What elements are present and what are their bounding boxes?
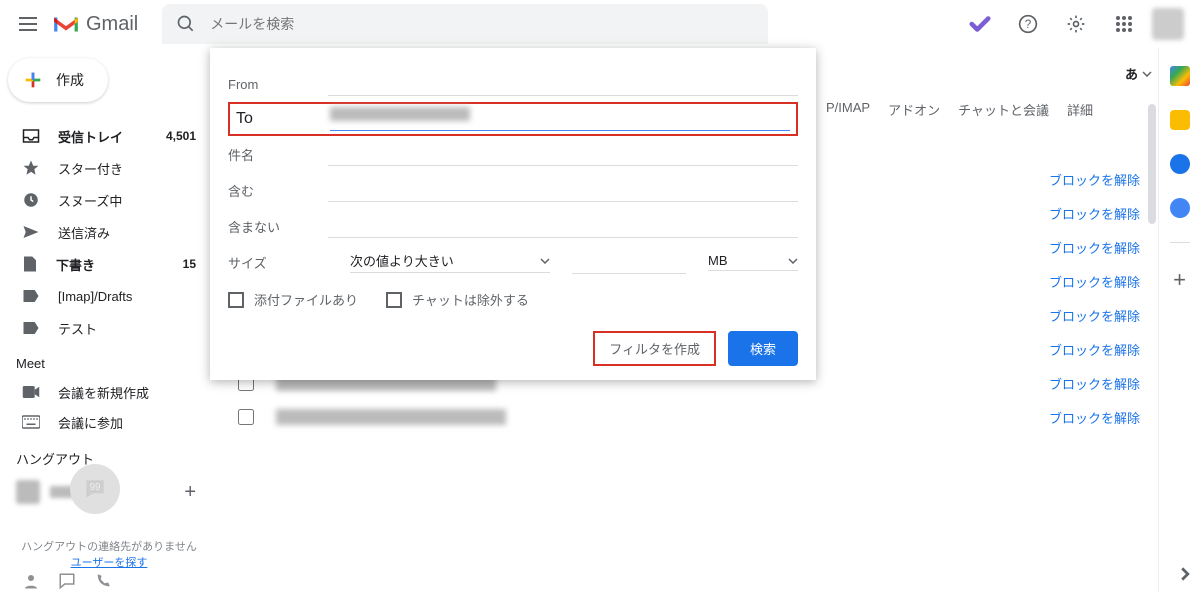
- chevron-down-icon: [1142, 71, 1152, 77]
- unblock-link[interactable]: ブロックを解除: [1049, 340, 1140, 359]
- filter-excludes-row: 含まない: [228, 208, 798, 244]
- input-method-button[interactable]: あ: [1125, 64, 1152, 83]
- filter-has-attachment-check[interactable]: 添付ファイルあり: [228, 290, 358, 309]
- hangout-footer: [22, 570, 112, 592]
- gmail-wordmark: Gmail: [86, 13, 138, 36]
- calendar-addon-icon[interactable]: [1170, 66, 1190, 86]
- app-header: Gmail ?: [0, 0, 1200, 48]
- phone-icon[interactable]: [94, 572, 112, 590]
- apps-icon[interactable]: [1104, 4, 1144, 44]
- create-filter-button[interactable]: フィルタを作成: [593, 331, 716, 366]
- get-addons-icon[interactable]: +: [1173, 267, 1186, 293]
- blocked-sender-row: ブロックを解除: [210, 400, 1200, 434]
- gmail-m-icon: [52, 13, 80, 35]
- hangout-find-link[interactable]: ユーザーを探す: [14, 554, 204, 570]
- filter-size-op-select[interactable]: 次の値より大きい: [350, 251, 550, 273]
- nav-item[interactable]: 下書き15: [0, 248, 210, 280]
- meet-section-title: Meet: [0, 344, 210, 377]
- sidebar: 作成 受信トレイ4,501スター付きスヌーズ中送信済み下書き15[Imap]/D…: [0, 48, 210, 592]
- nav-list: 受信トレイ4,501スター付きスヌーズ中送信済み下書き15[Imap]/Draf…: [0, 120, 210, 344]
- filter-exclude-chat-check[interactable]: チャットは除外する: [386, 290, 529, 309]
- header-right: ?: [960, 4, 1192, 44]
- account-avatar[interactable]: [1152, 8, 1184, 40]
- meet-new[interactable]: 会議を新規作成: [0, 377, 210, 407]
- svg-text:99: 99: [90, 482, 101, 493]
- unblock-link[interactable]: ブロックを解除: [1049, 408, 1140, 427]
- filter-includes-row: 含む: [228, 172, 798, 208]
- search-icon: [176, 14, 196, 34]
- settings-tab[interactable]: チャットと会議: [958, 100, 1049, 119]
- nav-item[interactable]: テスト: [0, 312, 210, 344]
- settings-tab[interactable]: P/IMAP: [826, 100, 870, 119]
- filter-checks: 添付ファイルあり チャットは除外する: [228, 290, 798, 309]
- rail-separator: [1170, 242, 1190, 243]
- filter-subject-row: 件名: [228, 136, 798, 172]
- rail-collapse-icon[interactable]: [1178, 567, 1192, 586]
- meet-join[interactable]: 会議に参加: [0, 407, 210, 437]
- filter-actions: フィルタを作成 検索: [228, 331, 798, 366]
- nav-item[interactable]: スター付き: [0, 152, 210, 184]
- chat-icon[interactable]: [58, 572, 76, 590]
- compose-label: 作成: [56, 70, 84, 90]
- search-button[interactable]: 検索: [728, 331, 798, 366]
- settings-tab[interactable]: アドオン: [888, 100, 940, 119]
- compose-button[interactable]: 作成: [8, 58, 108, 102]
- nav-item[interactable]: スヌーズ中: [0, 184, 210, 216]
- hangout-empty-text: ハングアウトの連絡先がありません: [14, 538, 204, 554]
- settings-tab[interactable]: 詳細: [1067, 100, 1093, 119]
- row-checkbox[interactable]: [238, 409, 254, 425]
- task-icon[interactable]: [960, 4, 1000, 44]
- filter-includes-input[interactable]: [328, 178, 798, 202]
- nav-item[interactable]: 送信済み: [0, 216, 210, 248]
- menu-icon[interactable]: [8, 4, 48, 44]
- settings-icon[interactable]: [1056, 4, 1096, 44]
- video-icon: [22, 385, 40, 399]
- side-rail: +: [1158, 48, 1200, 592]
- filter-size-unit-select[interactable]: MB: [708, 253, 798, 271]
- unblock-link[interactable]: ブロックを解除: [1049, 170, 1140, 189]
- filter-size-row: サイズ 次の値より大きい MB: [228, 244, 798, 280]
- unblock-link[interactable]: ブロックを解除: [1049, 238, 1140, 257]
- settings-tabs: P/IMAP アドオンチャットと会議詳細: [826, 100, 1093, 119]
- blocked-sender-address: [276, 409, 506, 425]
- svg-text:?: ?: [1025, 18, 1032, 31]
- help-icon[interactable]: ?: [1008, 4, 1048, 44]
- filter-from-input[interactable]: [328, 72, 798, 96]
- unblock-link[interactable]: ブロックを解除: [1049, 272, 1140, 291]
- gmail-logo[interactable]: Gmail: [52, 13, 138, 36]
- chevron-down-icon: [540, 258, 550, 264]
- scrollbar[interactable]: [1148, 104, 1156, 224]
- hangout-bubble-icon: 99: [70, 464, 120, 514]
- nav-item[interactable]: [Imap]/Drafts: [0, 280, 210, 312]
- keep-addon-icon[interactable]: [1170, 110, 1190, 130]
- search-input[interactable]: [210, 16, 754, 32]
- search-filter-panel: From To 件名 含む 含まない サイズ 次の値より大きい MB 添付ファイ…: [210, 48, 816, 380]
- unblock-link[interactable]: ブロックを解除: [1049, 306, 1140, 325]
- contacts-addon-icon[interactable]: [1170, 198, 1190, 218]
- unblock-link[interactable]: ブロックを解除: [1049, 204, 1140, 223]
- search-bar[interactable]: [162, 4, 768, 44]
- filter-size-value-input[interactable]: [572, 250, 686, 274]
- filter-to-input[interactable]: [330, 107, 790, 131]
- filter-to-row: To: [228, 102, 798, 136]
- chevron-down-icon: [788, 258, 798, 264]
- tasks-addon-icon[interactable]: [1170, 154, 1190, 174]
- filter-subject-input[interactable]: [328, 142, 798, 166]
- nav-item[interactable]: 受信トレイ4,501: [0, 120, 210, 152]
- hangout-add-icon[interactable]: +: [184, 481, 196, 504]
- hangout-avatar[interactable]: [16, 480, 40, 504]
- keyboard-icon: [22, 415, 40, 429]
- filter-from-row: From: [228, 66, 798, 102]
- person-icon[interactable]: [22, 572, 40, 590]
- plus-icon: [22, 69, 44, 91]
- filter-excludes-input[interactable]: [328, 214, 798, 238]
- unblock-link[interactable]: ブロックを解除: [1049, 374, 1140, 393]
